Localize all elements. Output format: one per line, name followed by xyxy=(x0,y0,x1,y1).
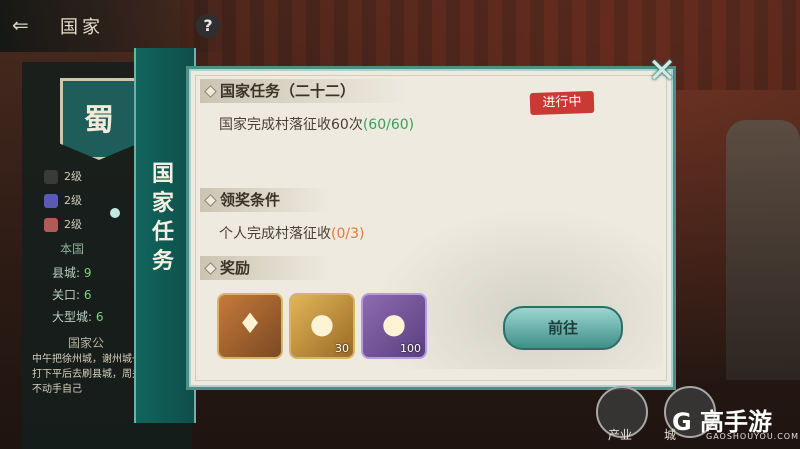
condition-title: 领奖条件 xyxy=(220,191,281,209)
level-row-2: 2级 xyxy=(44,192,82,208)
level-label: 2级 xyxy=(64,170,82,183)
news-title: 国家公 xyxy=(68,336,105,350)
task-desc-line: 国家完成村落征收60次(60/60) xyxy=(219,114,414,134)
go-button[interactable]: 前往 xyxy=(503,306,623,350)
ribbon-label: 国家任务 xyxy=(151,162,174,274)
token-icon: ♦ xyxy=(237,307,263,340)
exclaim-icon xyxy=(44,170,58,184)
diamond-icon xyxy=(204,85,217,98)
top-bar: ⇐ 国家 ? xyxy=(0,0,240,52)
page-title: 国家 xyxy=(60,17,104,38)
shield-red-icon xyxy=(44,218,58,232)
condition-line: 个人完成村落征收(0/3) xyxy=(219,223,364,243)
reward-count: 100 xyxy=(400,342,421,355)
condition-header: 领奖条件 xyxy=(200,188,330,212)
stat-label: 大型城: xyxy=(52,310,93,324)
kingdom-banner: 蜀 xyxy=(60,78,138,160)
task-title: 国家任务（二十二） xyxy=(220,82,356,100)
level-row-1: 2级 xyxy=(44,168,82,184)
stats-title: 本国 xyxy=(60,242,85,256)
stat-county: 县城: 9 xyxy=(52,264,92,281)
shield-icon xyxy=(44,194,58,208)
industry-label: 产业 xyxy=(608,428,633,442)
gold-ingot-icon: ● xyxy=(309,307,335,340)
task-title-header: 国家任务（二十二） xyxy=(200,79,410,103)
banner-text: 蜀 xyxy=(84,103,114,138)
stat-value: 6 xyxy=(95,310,104,324)
help-icon[interactable]: ? xyxy=(196,14,220,38)
condition-desc: 个人完成村落征收 xyxy=(219,226,331,242)
reward-title: 奖励 xyxy=(220,259,251,277)
close-icon[interactable]: ✕ xyxy=(644,54,680,90)
character-figure xyxy=(726,120,800,380)
back-arrow-icon[interactable]: ⇐ xyxy=(12,14,48,36)
ribbon-dot xyxy=(110,208,120,218)
reward-header: 奖励 xyxy=(200,256,330,280)
diamond-icon xyxy=(204,262,217,275)
reward-item-token[interactable]: ♦ xyxy=(217,293,283,359)
stat-large-city: 大型城: 6 xyxy=(52,308,104,325)
task-progress: (60/60) xyxy=(362,117,415,133)
level-label: 2级 xyxy=(64,194,82,207)
stat-pass: 关口: 6 xyxy=(52,286,92,303)
medal-icon: ● xyxy=(381,307,407,340)
reward-item-gold[interactable]: ● 30 xyxy=(289,293,355,359)
stat-label: 关口: xyxy=(52,288,81,302)
reward-count: 30 xyxy=(335,342,349,355)
stat-value: 6 xyxy=(83,288,92,302)
level-label: 2级 xyxy=(64,218,82,231)
status-badge: 进行中 xyxy=(529,90,595,116)
condition-progress: (0/3) xyxy=(331,226,365,242)
task-desc: 国家完成村落征收60次 xyxy=(219,117,363,133)
level-row-3: 2级 xyxy=(44,216,82,232)
stat-label: 县城: xyxy=(52,266,81,280)
stat-value: 9 xyxy=(83,266,92,280)
reward-item-medal[interactable]: ● 100 xyxy=(361,293,427,359)
watermark-url: GAOSHOUYOU.COM xyxy=(706,432,800,441)
diamond-icon xyxy=(204,194,217,207)
